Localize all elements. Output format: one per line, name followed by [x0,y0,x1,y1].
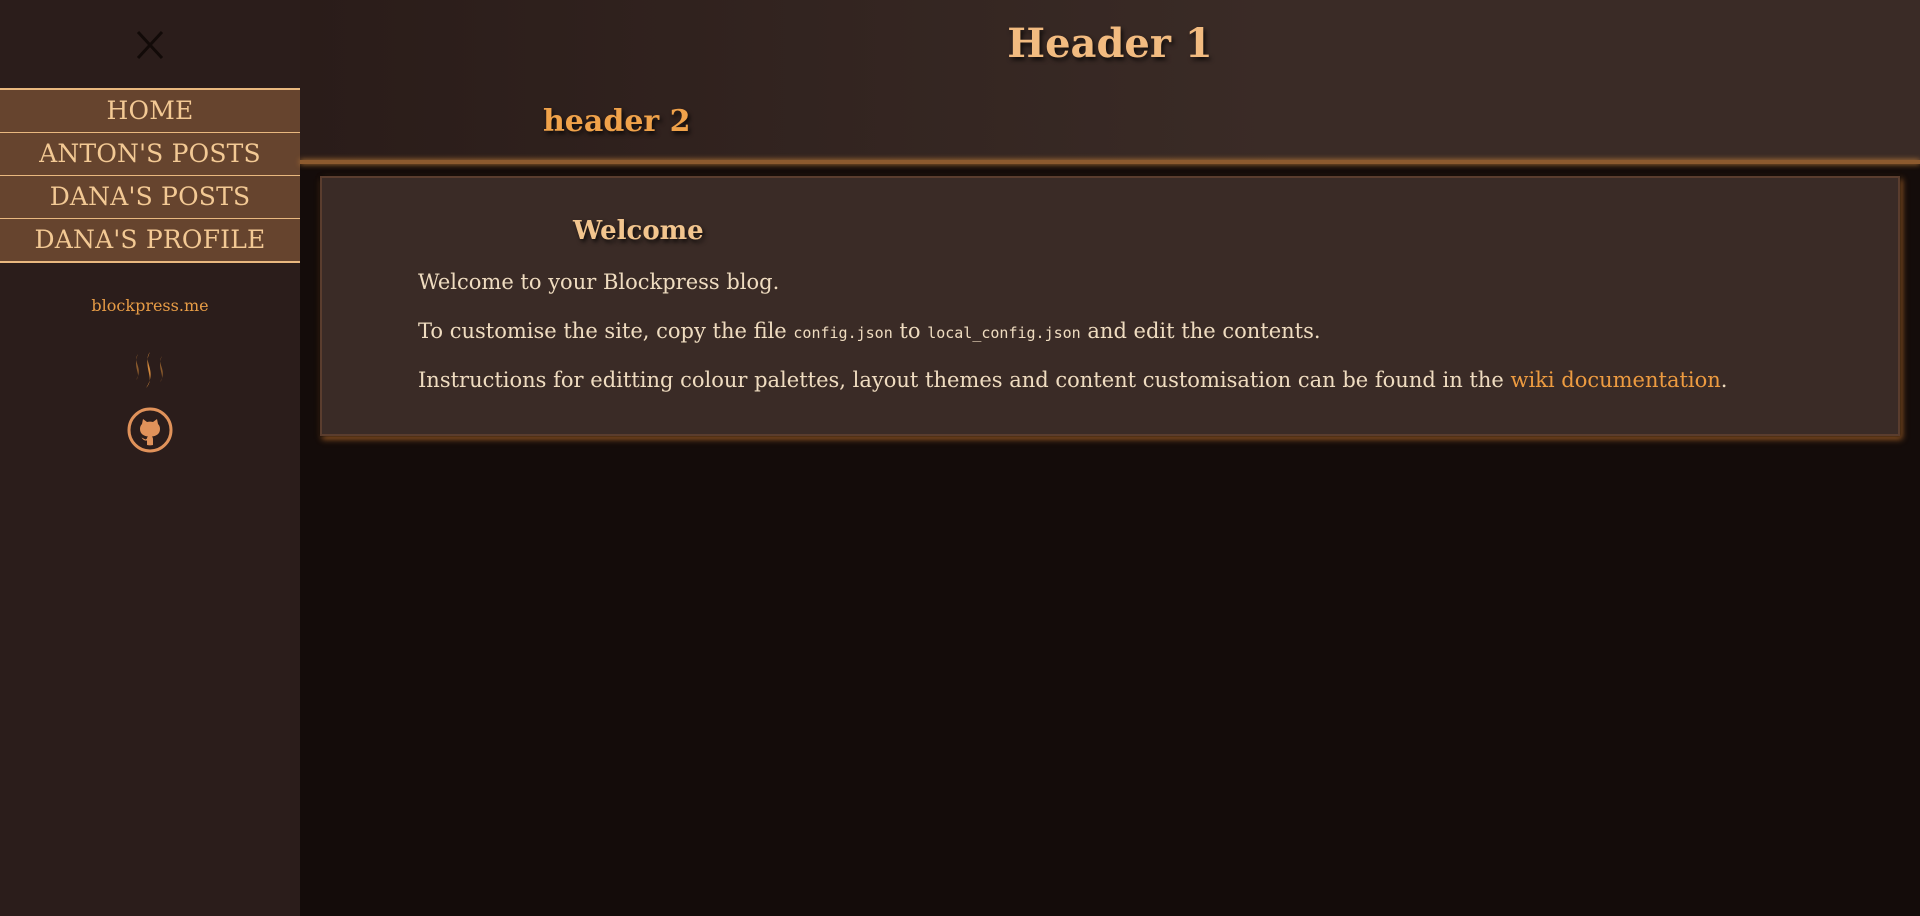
nav-item-danas-posts[interactable]: DANA'S POSTS [0,176,300,219]
sidebar-nav: HOME ANTON'S POSTS DANA'S POSTS DANA'S P… [0,88,300,263]
nav-item-home[interactable]: HOME [0,90,300,133]
welcome-line-1: Welcome to your Blockpress blog. [418,270,780,294]
nav-item-danas-profile[interactable]: DANA'S PROFILE [0,219,300,261]
welcome-card: Welcome Welcome to your Blockpress blog.… [320,176,1900,436]
steem-icon[interactable] [128,350,172,390]
config-filename: config.json [793,324,893,342]
welcome-line-3: Instructions for editting colour palette… [418,368,1727,392]
wiki-documentation-link[interactable]: wiki documentation [1510,368,1720,392]
page-subtitle: header 2 [543,104,691,139]
page-header: Header 1 header 2 [300,0,1920,164]
nav-item-antons-posts[interactable]: ANTON'S POSTS [0,133,300,176]
sidebar: HOME ANTON'S POSTS DANA'S POSTS DANA'S P… [0,0,300,916]
welcome-line-2-mid: to [892,319,928,343]
welcome-line-2-prefix: To customise the site, copy the file [418,319,794,343]
welcome-title: Welcome [573,216,704,246]
local-config-filename: local_config.json [927,324,1081,342]
page-title: Header 1 [1007,20,1213,67]
welcome-line-3-prefix: Instructions for editting colour palette… [418,368,1511,392]
welcome-line-2: To customise the site, copy the file con… [418,319,1321,343]
site-link[interactable]: blockpress.me [0,296,300,315]
welcome-line-2-suffix: and edit the contents. [1080,319,1321,343]
welcome-line-3-suffix: . [1720,368,1728,392]
close-icon[interactable] [130,28,170,62]
github-icon[interactable] [127,407,173,453]
